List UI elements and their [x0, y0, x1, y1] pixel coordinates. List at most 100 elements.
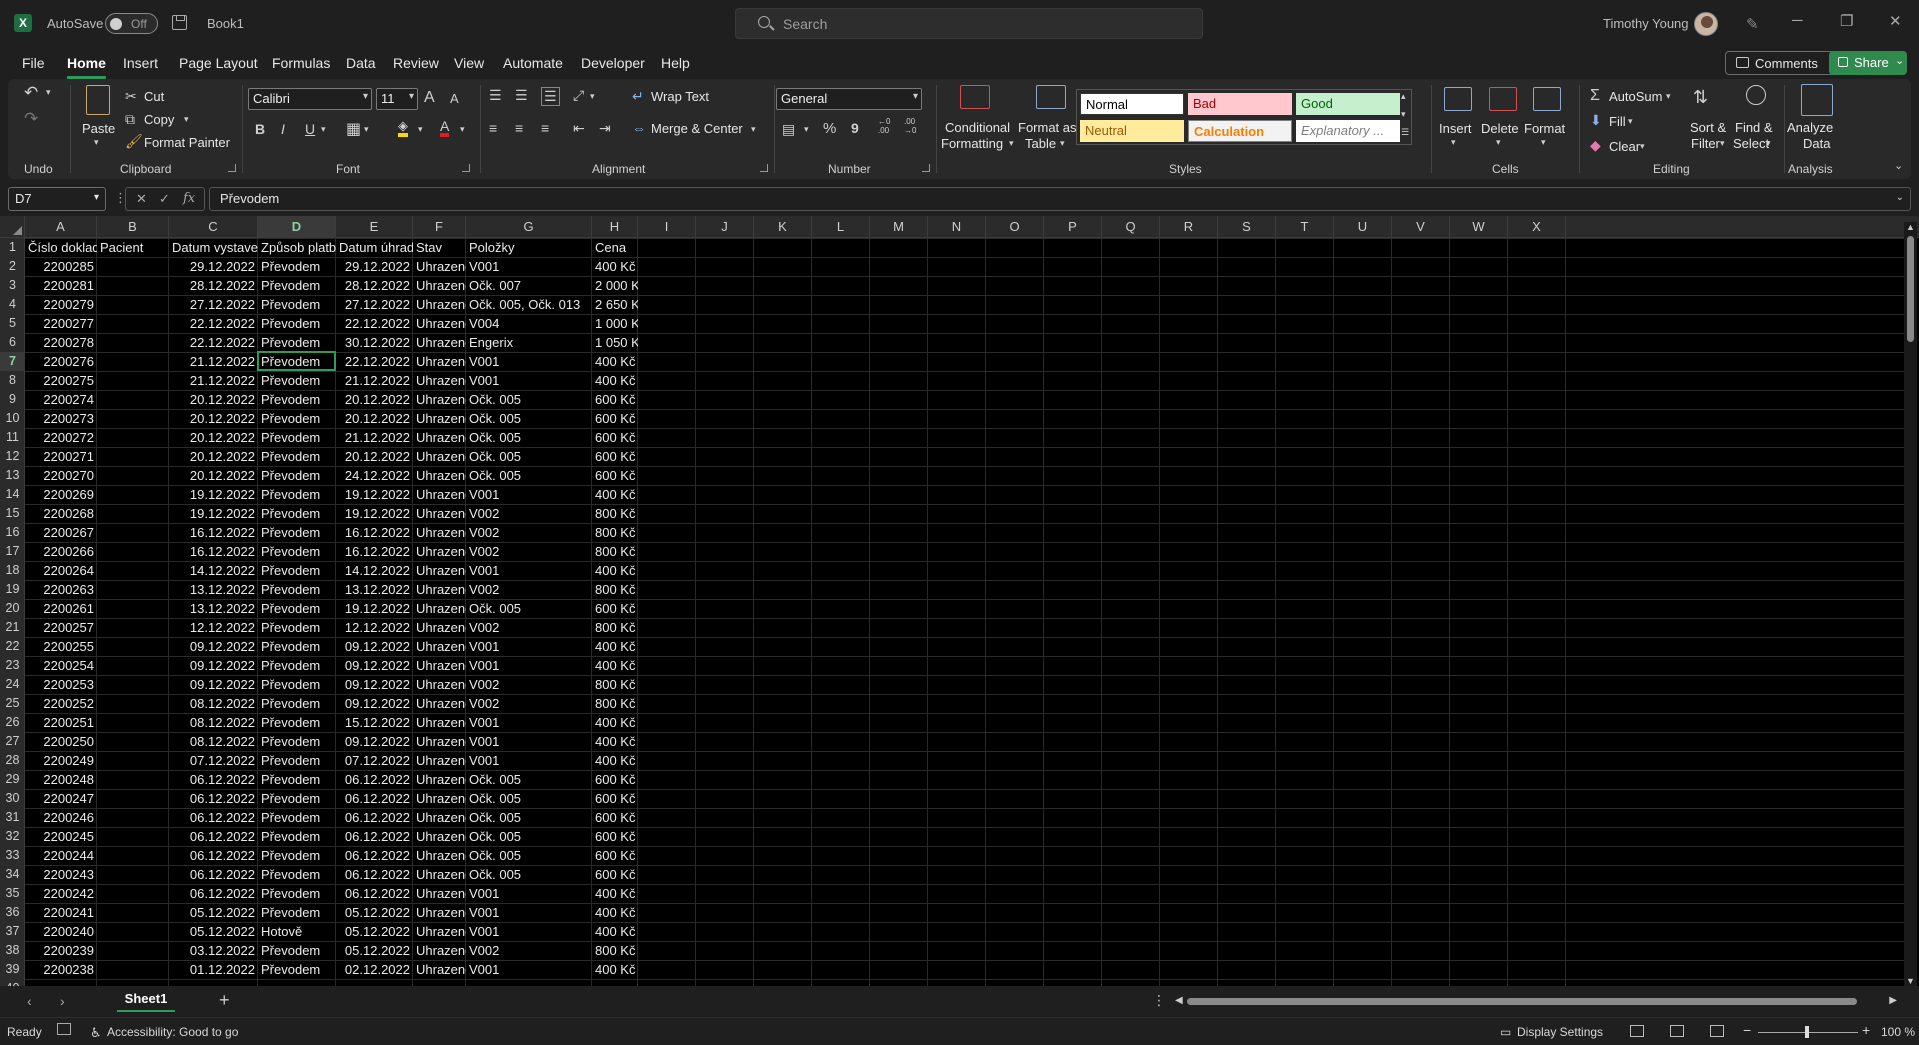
table-cell[interactable]: 16.12.2022	[336, 523, 413, 542]
menu-help[interactable]: Help	[661, 55, 690, 71]
more-icon[interactable]: ⋮	[1152, 992, 1166, 1009]
table-cell[interactable]: 14.12.2022	[336, 561, 413, 580]
table-cell[interactable]: 2 650 Kč	[592, 295, 638, 314]
copy-button[interactable]: Copy	[144, 112, 174, 127]
scissors-icon[interactable]: ✂	[125, 88, 137, 105]
table-cell[interactable]: 2200246	[25, 808, 97, 827]
table-cell[interactable]: 20.12.2022	[169, 409, 258, 428]
eraser-icon[interactable]: ◆	[1590, 137, 1601, 154]
table-cell[interactable]: V002	[466, 694, 592, 713]
table-cell[interactable]: 2200277	[25, 314, 97, 333]
table-cell[interactable]: 29.12.2022	[336, 257, 413, 276]
table-cell[interactable]	[97, 884, 169, 903]
table-cell[interactable]: Uhrazeno	[413, 352, 466, 371]
scroll-up-icon[interactable]: ▲	[1906, 222, 1915, 232]
row-header[interactable]: 34	[0, 865, 25, 884]
table-cell[interactable]: 2200261	[25, 599, 97, 618]
table-cell[interactable]: V002	[466, 618, 592, 637]
row-header[interactable]: 5	[0, 314, 25, 333]
italic-button[interactable]: I	[281, 121, 285, 137]
chevron-down-icon[interactable]: ▾	[46, 87, 51, 98]
table-cell[interactable]: V001	[466, 884, 592, 903]
sheet-tab[interactable]: Sheet1	[117, 988, 175, 1012]
sort-filter-label-2[interactable]: Filter	[1691, 136, 1720, 151]
align-bottom-icon[interactable]: ☰	[541, 87, 560, 106]
table-cell[interactable]: Převodem	[258, 884, 336, 903]
format-as-table-label-2[interactable]: Table	[1025, 136, 1056, 151]
table-cell[interactable]: 12.12.2022	[169, 618, 258, 637]
collapse-ribbon-icon[interactable]: ⌄	[1894, 159, 1903, 172]
horizontal-scrollbar[interactable]: ◀ ▶	[1173, 995, 1897, 1008]
table-cell[interactable]: Převodem	[258, 428, 336, 447]
column-header[interactable]: R	[1160, 216, 1218, 238]
table-cell[interactable]: Očk. 005	[466, 827, 592, 846]
table-cell[interactable]: 16.12.2022	[336, 542, 413, 561]
table-cell[interactable]	[97, 713, 169, 732]
table-cell[interactable]	[97, 295, 169, 314]
table-cell[interactable]	[97, 504, 169, 523]
column-header[interactable]: A	[25, 216, 97, 238]
table-cell[interactable]: 06.12.2022	[336, 789, 413, 808]
chevron-down-icon[interactable]: ▾	[1009, 138, 1014, 149]
scroll-thumb[interactable]	[1907, 236, 1914, 342]
table-cell[interactable]: Převodem	[258, 789, 336, 808]
scroll-left-icon[interactable]: ◀	[1175, 995, 1183, 1006]
table-cell[interactable]: 2200275	[25, 371, 97, 390]
table-cell[interactable]: Uhrazeno	[413, 428, 466, 447]
column-header[interactable]: O	[986, 216, 1044, 238]
scroll-right-icon[interactable]: ▶	[1889, 995, 1897, 1006]
table-cell[interactable]: 600 Kč	[592, 599, 638, 618]
accessibility-icon[interactable]: ♿	[90, 1025, 102, 1041]
row-header[interactable]: 39	[0, 960, 25, 979]
minimize-button[interactable]: ─	[1792, 12, 1803, 29]
find-select-label-2[interactable]: Select	[1733, 136, 1769, 151]
table-cell[interactable]: Převodem	[258, 485, 336, 504]
redo-icon[interactable]: ↷	[24, 109, 38, 129]
row-header[interactable]: 22	[0, 637, 25, 656]
display-icon[interactable]: ▭	[1500, 1025, 1511, 1039]
increase-decimal-button[interactable]: ←0 .00	[878, 117, 890, 135]
row-header[interactable]: 8	[0, 371, 25, 390]
table-cell[interactable]: Uhrazeno	[413, 485, 466, 504]
insert-cells-icon[interactable]	[1444, 87, 1472, 111]
table-cell[interactable]: 2200238	[25, 960, 97, 979]
table-cell[interactable]: 2200247	[25, 789, 97, 808]
table-cell[interactable]: Uhrazeno	[413, 808, 466, 827]
row-header[interactable]: 3	[0, 276, 25, 295]
table-cell[interactable]: 2200279	[25, 295, 97, 314]
table-cell[interactable]	[97, 694, 169, 713]
menu-formulas[interactable]: Formulas	[272, 55, 330, 71]
number-launcher-icon[interactable]	[922, 164, 930, 172]
table-cell[interactable]: Uhrazeno	[413, 713, 466, 732]
chevron-down-icon[interactable]: ▾	[94, 137, 99, 148]
chevron-down-icon[interactable]: ▾	[1766, 138, 1771, 149]
table-cell[interactable]: 22.12.2022	[336, 314, 413, 333]
table-cell[interactable]: Převodem	[258, 466, 336, 485]
chevron-down-icon[interactable]: ▾	[751, 124, 756, 135]
table-cell[interactable]: 06.12.2022	[169, 770, 258, 789]
table-cell[interactable]	[97, 390, 169, 409]
table-cell[interactable]: Uhrazeno	[413, 884, 466, 903]
table-cell[interactable]: 2200281	[25, 276, 97, 295]
borders-icon[interactable]: ▦	[346, 119, 361, 139]
vertical-scrollbar[interactable]: ▲ ▼	[1904, 222, 1917, 986]
autosum-button[interactable]: AutoSum	[1609, 89, 1662, 104]
table-cell[interactable]: 05.12.2022	[169, 922, 258, 941]
header-cell[interactable]: Způsob platby	[258, 238, 336, 257]
table-cell[interactable]	[97, 542, 169, 561]
table-cell[interactable]: Uhrazeno	[413, 371, 466, 390]
row-header[interactable]: 35	[0, 884, 25, 903]
table-cell[interactable]	[97, 580, 169, 599]
table-cell[interactable]: 06.12.2022	[169, 789, 258, 808]
pen-icon[interactable]: ✎	[1746, 15, 1760, 33]
table-cell[interactable]: 06.12.2022	[336, 827, 413, 846]
table-cell[interactable]: 600 Kč	[592, 770, 638, 789]
cut-button[interactable]: Cut	[144, 89, 164, 104]
table-cell[interactable]: Uhrazeno	[413, 960, 466, 979]
chevron-down-icon[interactable]: ▾	[364, 124, 369, 135]
row-header[interactable]: 29	[0, 770, 25, 789]
table-cell[interactable]	[97, 808, 169, 827]
table-cell[interactable]: 09.12.2022	[169, 637, 258, 656]
table-cell[interactable]: 400 Kč	[592, 732, 638, 751]
row-header[interactable]: 1	[0, 238, 25, 257]
